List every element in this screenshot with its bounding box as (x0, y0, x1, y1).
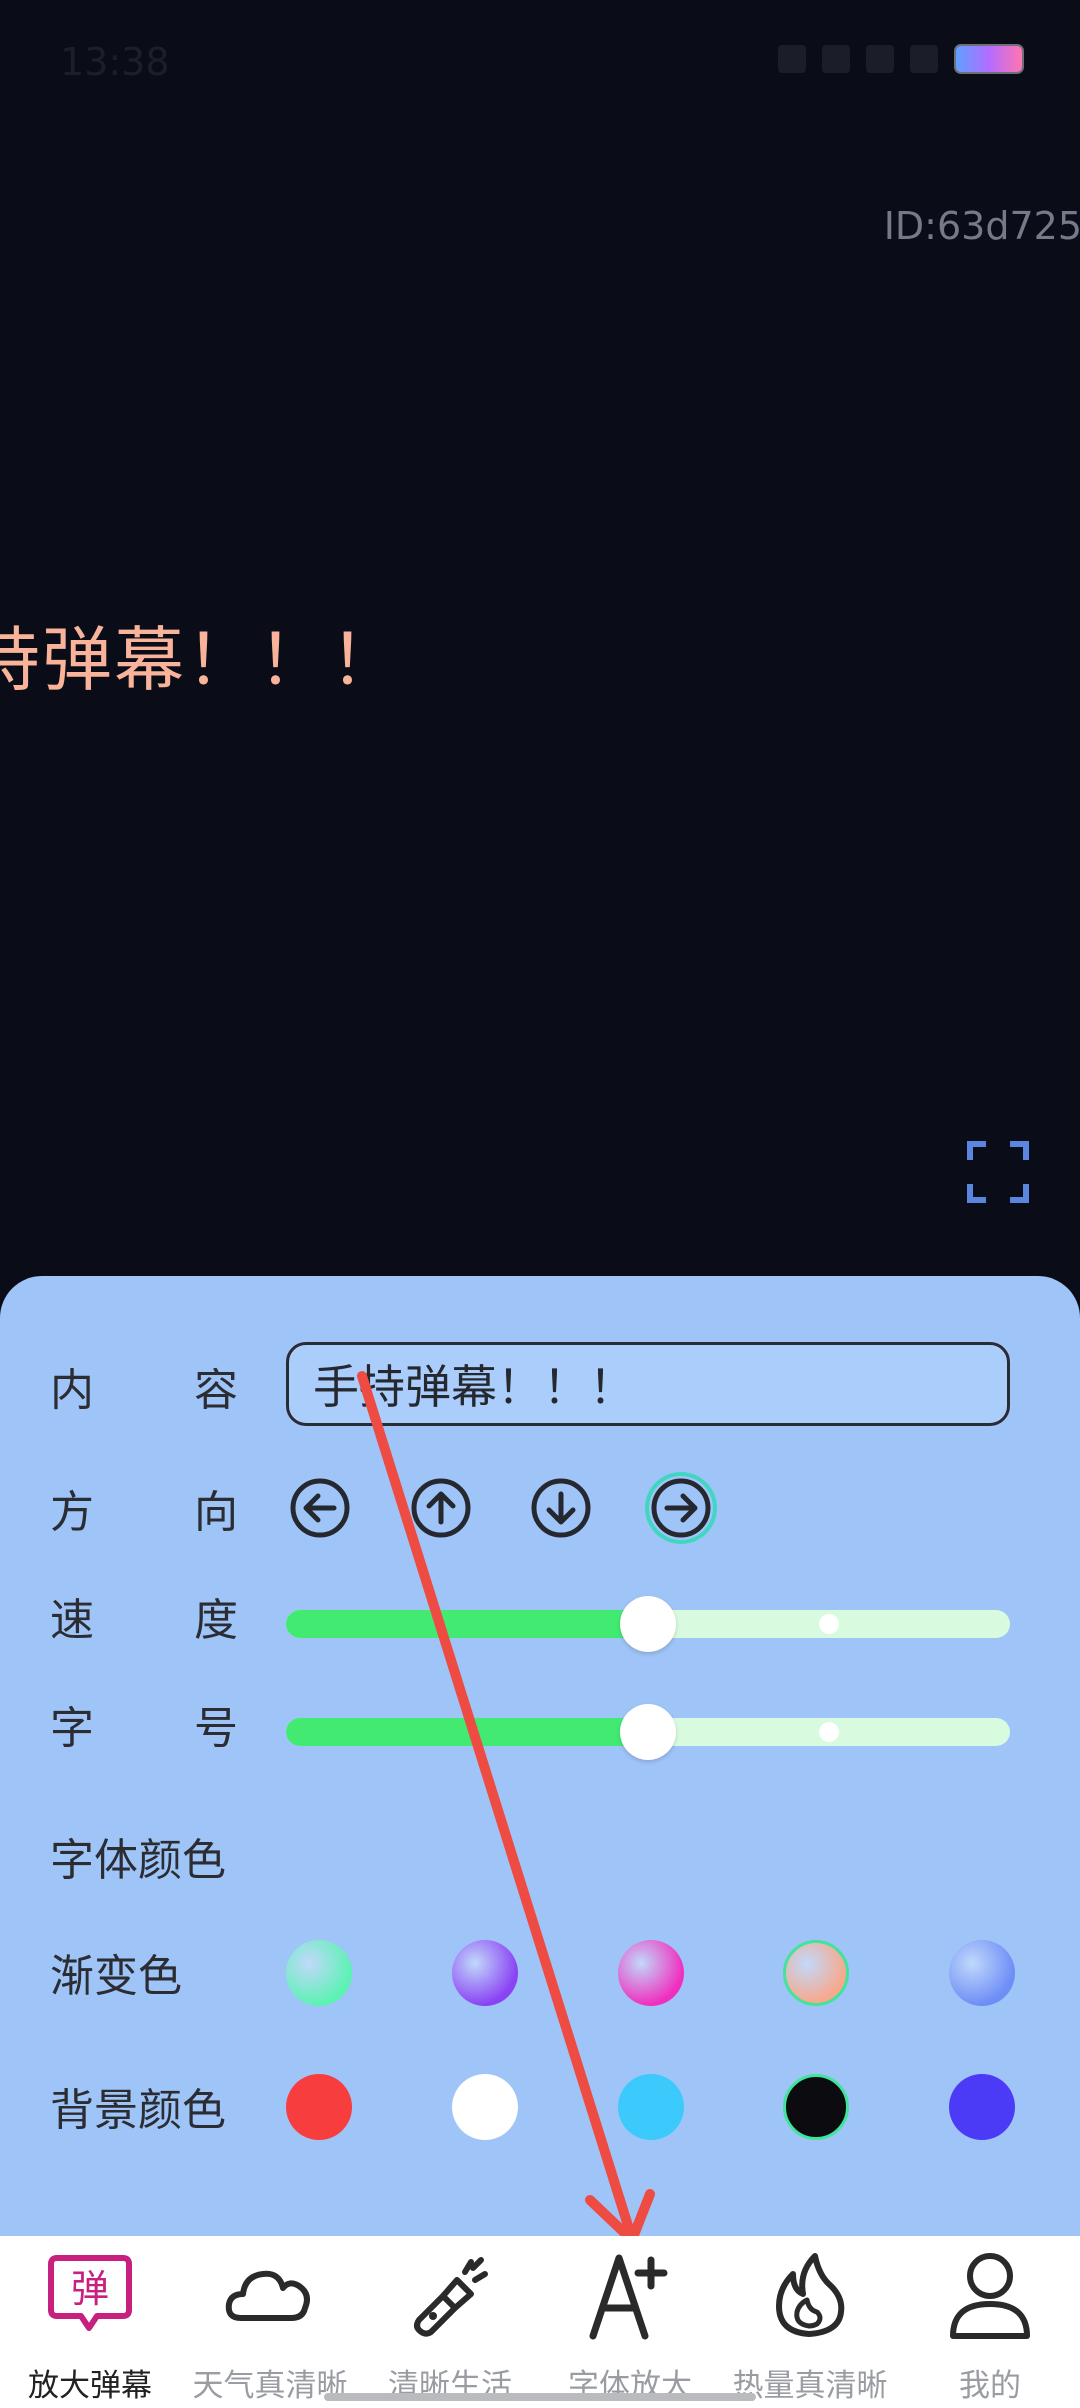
gradient-swatch[interactable] (286, 1940, 352, 2006)
speed-slider-marker (819, 1614, 839, 1634)
nav-item-danmu[interactable]: 弹 放大弹幕 (0, 2236, 180, 2408)
gradient-swatch[interactable] (618, 1940, 684, 2006)
nav-item-font-enlarge[interactable]: 字体放大 (540, 2236, 720, 2408)
speed-slider-thumb[interactable] (620, 1596, 676, 1652)
nav-label: 放大弹幕 (28, 2368, 152, 2404)
direction-label-char: 方 (50, 1487, 94, 1538)
background-color-swatch[interactable] (452, 2074, 518, 2140)
direction-down-button[interactable] (529, 1476, 593, 1540)
speed-label: 速 度 (50, 1584, 238, 1648)
danmu-preview-text: 持弹幕！！！ (0, 619, 402, 701)
direction-label-char: 向 (194, 1487, 238, 1538)
font-size-slider[interactable] (286, 1704, 1010, 1760)
content-input-value: 手持弹幕！！！ (313, 1360, 635, 1414)
content-label-char: 内 (50, 1365, 94, 1416)
background-color-swatch[interactable] (783, 2074, 849, 2140)
signal-icon (822, 45, 850, 73)
background-color-swatch[interactable] (618, 2074, 684, 2140)
cloud-icon (225, 2270, 310, 2321)
font-size-label: 字 号 (50, 1692, 238, 1756)
gradient-swatch[interactable] (783, 1940, 849, 2006)
status-icons (778, 44, 1024, 74)
gradient-swatch[interactable] (452, 1940, 518, 2006)
content-input[interactable]: 手持弹幕！！！ (286, 1342, 1010, 1426)
status-bar: 13:38 (0, 0, 1080, 120)
direction-up-button[interactable] (409, 1476, 473, 1540)
font-size-label-char: 字 (50, 1703, 94, 1754)
home-indicator (324, 2393, 756, 2401)
nav-item-weather[interactable]: 天气真清晰 (180, 2236, 360, 2408)
background-color-label: 背景颜色 (50, 2085, 226, 2136)
background-color-swatch[interactable] (949, 2074, 1015, 2140)
settings-panel: 内 容 手持弹幕！！！ 方 向 速 度 字 号 字体颜色 渐变色 背景颜色 (0, 1276, 1080, 2276)
nav-item-life[interactable]: 清晰生活 (360, 2236, 540, 2408)
nav-label: 我的 (959, 2368, 1021, 2404)
danmu-bubble-char: 弹 (71, 2267, 109, 2311)
speed-label-char: 度 (194, 1595, 238, 1646)
flame-icon (776, 2253, 845, 2337)
background-color-swatch[interactable] (286, 2074, 352, 2140)
nav-item-me[interactable]: 我的 (900, 2236, 1080, 2408)
font-size-label-char: 号 (194, 1703, 238, 1754)
font-size-slider-fill (286, 1718, 648, 1746)
wifi-icon (910, 45, 938, 73)
sim-icon (866, 45, 894, 73)
content-label: 内 容 (50, 1354, 238, 1418)
speed-label-char: 速 (50, 1595, 94, 1646)
gradient-label: 渐变色 (50, 1951, 182, 2002)
speed-slider-fill (286, 1610, 648, 1638)
direction-label: 方 向 (50, 1476, 238, 1540)
flashlight-icon (414, 2257, 488, 2337)
font-size-slider-thumb[interactable] (620, 1704, 676, 1760)
font-color-label: 字体颜色 (50, 1835, 226, 1886)
notification-icon (778, 45, 806, 73)
direction-left-button[interactable] (288, 1476, 352, 1540)
content-label-char: 容 (194, 1365, 238, 1416)
font-enlarge-icon (589, 2254, 668, 2340)
status-time: 13:38 (60, 40, 170, 84)
device-id: ID:63d725 (883, 204, 1080, 248)
nav-item-calorie[interactable]: 热量真清晰 (720, 2236, 900, 2408)
gradient-swatch[interactable] (949, 1940, 1015, 2006)
direction-right-button[interactable] (649, 1476, 713, 1540)
battery-icon (954, 44, 1024, 74)
danmu-bubble-icon: 弹 (48, 2255, 132, 2331)
speed-slider[interactable] (286, 1596, 1010, 1652)
user-icon (950, 2253, 1030, 2339)
font-size-slider-marker (819, 1722, 839, 1742)
fullscreen-icon[interactable] (966, 1140, 1030, 1204)
bottom-nav: 弹 放大弹幕 天气真清晰 清晰生活 字体放大 热量真清晰 我的 (0, 2236, 1080, 2408)
